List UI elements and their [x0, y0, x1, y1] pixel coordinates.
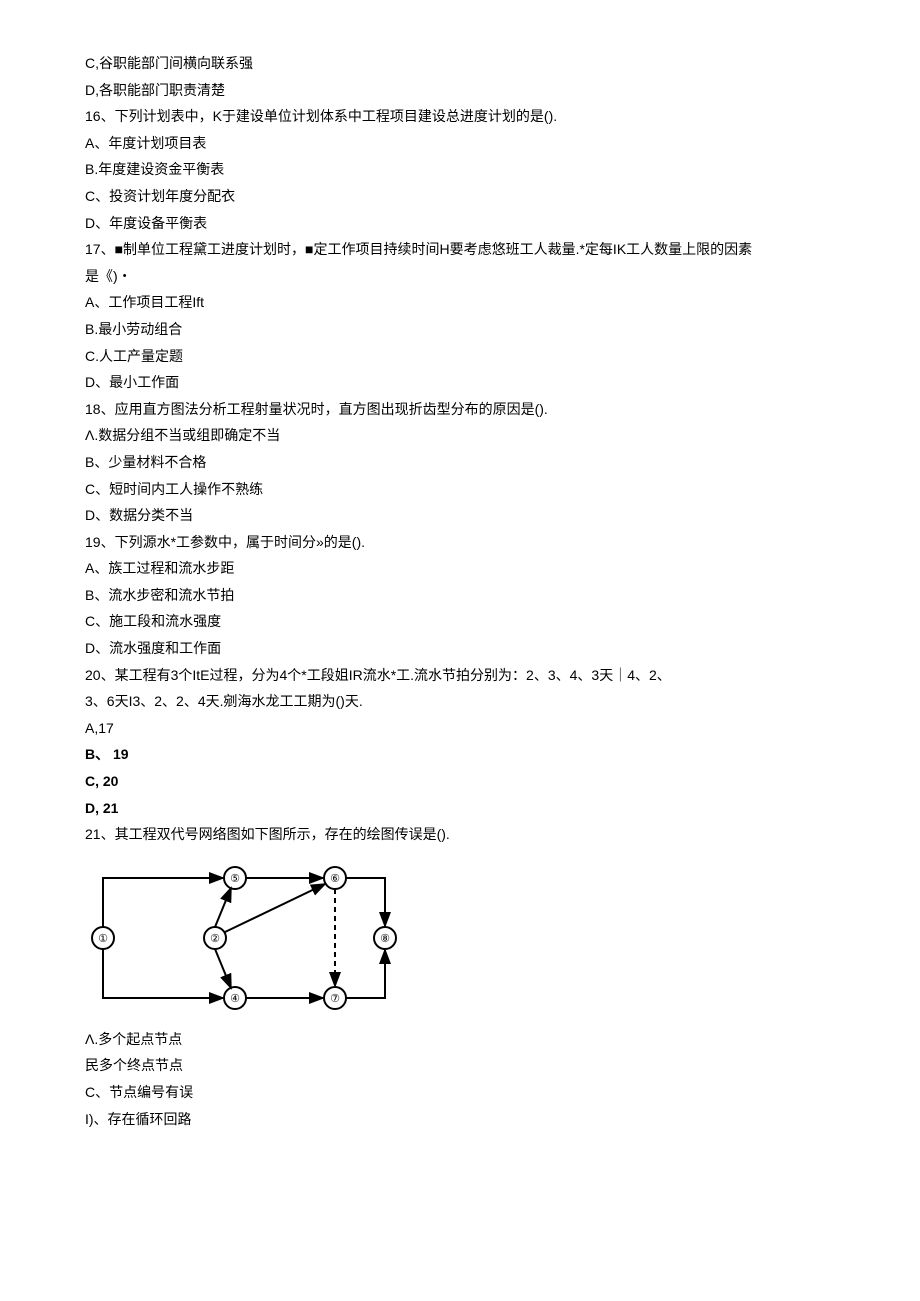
node-2: ② [210, 933, 220, 945]
q20-option-c: C, 20 [85, 768, 835, 795]
q17-stem-line2: 是《)・ [85, 263, 835, 290]
q17-option-c: C.人工产量定题 [85, 343, 835, 370]
q19-option-d: D、流水强度和工作面 [85, 635, 835, 662]
q16-option-b: B.年度建设资金平衡表 [85, 156, 835, 183]
q19-option-c: C、施工段和流水强度 [85, 608, 835, 635]
q18-option-d: D、数据分类不当 [85, 502, 835, 529]
node-6: ⑥ [330, 873, 340, 885]
q21-option-c: C、节点编号有误 [85, 1079, 835, 1106]
q21-option-a: Λ.多个起点节点 [85, 1026, 835, 1053]
q20-stem-line1: 20、某工程有3个ItE过程，分为4个*工段姐IR流水*工.流水节拍分别为：2、… [85, 662, 835, 689]
q20-option-b: B、 19 [85, 741, 835, 768]
q19-option-b: B、流水步密和流水节拍 [85, 582, 835, 609]
q18-stem: 18、应用直方图法分析工程射量状况时，直方图出现折齿型分布的原因是(). [85, 396, 835, 423]
q15-option-d: D,各职能部门职责清楚 [85, 77, 835, 104]
node-1: ① [98, 933, 108, 945]
q17-option-a: A、工作项目工程Ift [85, 289, 835, 316]
q18-option-c: C、短时间内工人操作不熟练 [85, 476, 835, 503]
q19-option-a: A、族工过程和流水步距 [85, 555, 835, 582]
q18-option-b: B、少量材料不合格 [85, 449, 835, 476]
node-8: ⑧ [380, 933, 390, 945]
q17-option-d: D、最小工作面 [85, 369, 835, 396]
q19-stem: 19、下列源水*工参数中，属于时间分»的是(). [85, 529, 835, 556]
network-diagram: ① ② ⑤ ④ ⑥ ⑦ ⑧ ③ [85, 858, 835, 1018]
node-5: ⑤ [230, 873, 240, 885]
q16-stem: 16、下列计划表中，K于建设单位计划体系中工程项目建设总进度计划的是(). [85, 103, 835, 130]
q20-stem-line2: 3、6天I3、2、2、4天.剜海水龙工工期为()天. [85, 688, 835, 715]
q17-option-b: B.最小劳动组合 [85, 316, 835, 343]
q16-option-d: D、年度设备平衡表 [85, 210, 835, 237]
q16-option-c: C、投资计划年度分配衣 [85, 183, 835, 210]
q16-option-a: A、年度计划项目表 [85, 130, 835, 157]
q20-option-d: D, 21 [85, 795, 835, 822]
q17-stem-line1: 17、■制单位工程黛工进度计划时，■定工作项目持续时间H要考虑悠班工人裁量.*定… [85, 236, 835, 263]
q18-option-a: Λ.数据分组不当或组即确定不当 [85, 422, 835, 449]
node-4: ④ [230, 993, 240, 1005]
q21-option-b: 民多个终点节点 [85, 1052, 835, 1079]
q21-option-d: I)、存在循环回路 [85, 1106, 835, 1133]
q15-option-c: C,谷职能部门间横向联系强 [85, 50, 835, 77]
q20-option-a: A,17 [85, 715, 835, 742]
q21-stem: 21、其工程双代号网络图如下图所示，存在的绘图传误是(). [85, 821, 835, 848]
node-7: ⑦ [330, 993, 340, 1005]
